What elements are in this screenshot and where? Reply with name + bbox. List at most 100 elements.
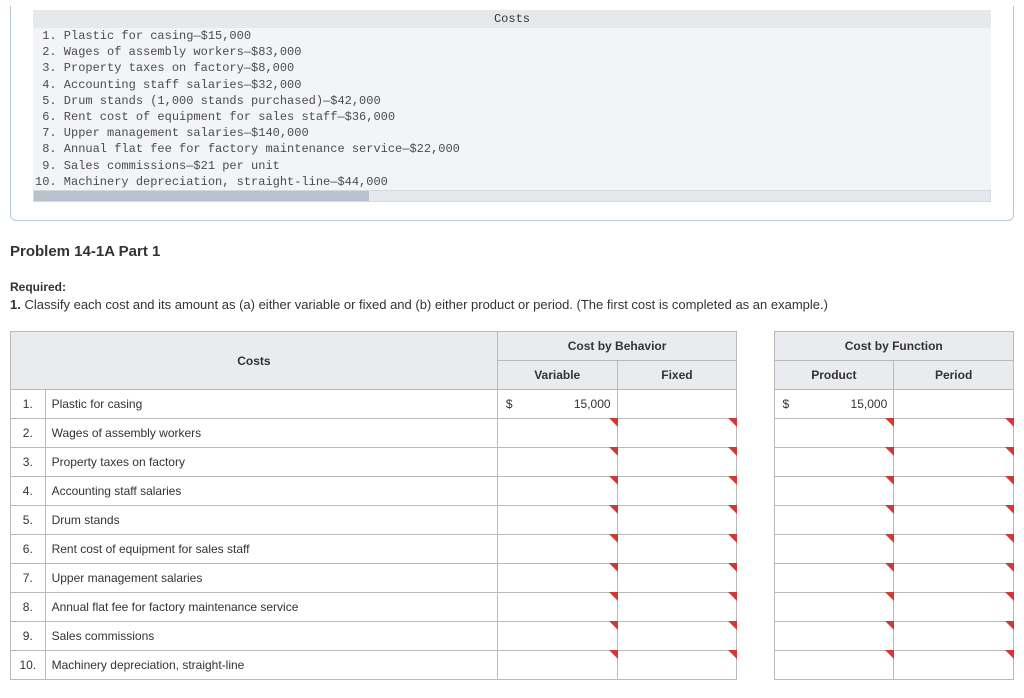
cost-name: Annual flat fee for factory maintenance … xyxy=(45,593,497,622)
fixed-cell[interactable] xyxy=(617,622,737,651)
period-cell[interactable] xyxy=(894,622,1014,651)
variable-cell[interactable] xyxy=(497,564,617,593)
costs-list-area: 1. Plastic for casing—$15,000 2. Wages o… xyxy=(33,28,991,190)
header-variable: Variable xyxy=(497,361,617,390)
required-block: Required: 1. Classify each cost and its … xyxy=(10,280,1014,314)
product-cell[interactable] xyxy=(774,535,894,564)
table-row: 2.Wages of assembly workers xyxy=(11,419,1014,448)
row-number: 5. xyxy=(11,506,46,535)
table-row: 4.Accounting staff salaries xyxy=(11,477,1014,506)
info-card: Costs 1. Plastic for casing—$15,000 2. W… xyxy=(10,6,1014,221)
requirement-body: Classify each cost and its amount as (a)… xyxy=(24,297,827,312)
column-gap xyxy=(737,390,774,419)
product-cell[interactable]: $15,000 xyxy=(774,390,894,419)
classification-table: Costs Cost by Behavior Cost by Function … xyxy=(10,331,1014,680)
product-cell[interactable] xyxy=(774,651,894,680)
row-number: 7. xyxy=(11,564,46,593)
product-cell[interactable] xyxy=(774,419,894,448)
column-gap xyxy=(737,506,774,535)
fixed-cell[interactable] xyxy=(617,564,737,593)
variable-cell[interactable] xyxy=(497,535,617,564)
row-number: 8. xyxy=(11,593,46,622)
amount-value: 15,000 xyxy=(851,397,888,411)
header-product: Product xyxy=(774,361,894,390)
fixed-cell[interactable] xyxy=(617,390,737,419)
product-cell[interactable] xyxy=(774,622,894,651)
fixed-cell[interactable] xyxy=(617,535,737,564)
currency-symbol: $ xyxy=(504,397,513,411)
table-row: 8.Annual flat fee for factory maintenanc… xyxy=(11,593,1014,622)
table-row: 3.Property taxes on factory xyxy=(11,448,1014,477)
period-cell[interactable] xyxy=(894,564,1014,593)
row-number: 9. xyxy=(11,622,46,651)
cost-name: Sales commissions xyxy=(45,622,497,651)
period-cell[interactable] xyxy=(894,448,1014,477)
scrollbar-thumb[interactable] xyxy=(34,191,369,201)
cost-name: Plastic for casing xyxy=(45,390,497,419)
header-function: Cost by Function xyxy=(774,332,1013,361)
period-cell[interactable] xyxy=(894,506,1014,535)
variable-cell[interactable] xyxy=(497,506,617,535)
table-row: 7.Upper management salaries xyxy=(11,564,1014,593)
variable-cell[interactable] xyxy=(497,651,617,680)
requirement-number: 1. xyxy=(10,297,21,312)
row-number: 2. xyxy=(11,419,46,448)
period-cell[interactable] xyxy=(894,419,1014,448)
variable-cell[interactable] xyxy=(497,419,617,448)
period-cell[interactable] xyxy=(894,535,1014,564)
column-gap xyxy=(737,332,774,390)
product-cell[interactable] xyxy=(774,448,894,477)
costs-list-text: 1. Plastic for casing—$15,000 2. Wages o… xyxy=(33,28,991,190)
cost-name: Upper management salaries xyxy=(45,564,497,593)
fixed-cell[interactable] xyxy=(617,651,737,680)
cost-name: Rent cost of equipment for sales staff xyxy=(45,535,497,564)
problem-title: Problem 14-1A Part 1 xyxy=(10,243,1014,260)
required-label: Required: xyxy=(10,280,66,294)
table-row: 10.Machinery depreciation, straight-line xyxy=(11,651,1014,680)
column-gap xyxy=(737,448,774,477)
cost-name: Property taxes on factory xyxy=(45,448,497,477)
period-cell[interactable] xyxy=(894,390,1014,419)
period-cell[interactable] xyxy=(894,593,1014,622)
column-gap xyxy=(737,535,774,564)
variable-cell[interactable] xyxy=(497,448,617,477)
row-number: 1. xyxy=(11,390,46,419)
fixed-cell[interactable] xyxy=(617,448,737,477)
fixed-cell[interactable] xyxy=(617,593,737,622)
row-number: 4. xyxy=(11,477,46,506)
column-gap xyxy=(737,419,774,448)
period-cell[interactable] xyxy=(894,477,1014,506)
fixed-cell[interactable] xyxy=(617,419,737,448)
table-row: 5.Drum stands xyxy=(11,506,1014,535)
product-cell[interactable] xyxy=(774,506,894,535)
cost-name: Drum stands xyxy=(45,506,497,535)
row-number: 10. xyxy=(11,651,46,680)
period-cell[interactable] xyxy=(894,651,1014,680)
fixed-cell[interactable] xyxy=(617,506,737,535)
column-gap xyxy=(737,477,774,506)
header-behavior: Cost by Behavior xyxy=(497,332,736,361)
variable-cell[interactable]: $15,000 xyxy=(497,390,617,419)
product-cell[interactable] xyxy=(774,564,894,593)
column-gap xyxy=(737,593,774,622)
table-row: 1.Plastic for casing$15,000$15,000 xyxy=(11,390,1014,419)
variable-cell[interactable] xyxy=(497,477,617,506)
row-number: 6. xyxy=(11,535,46,564)
row-number: 3. xyxy=(11,448,46,477)
horizontal-scrollbar[interactable] xyxy=(33,190,991,202)
header-fixed: Fixed xyxy=(617,361,737,390)
requirement-text: 1. Classify each cost and its amount as … xyxy=(10,296,1014,314)
product-cell[interactable] xyxy=(774,593,894,622)
costs-list-header: Costs xyxy=(33,10,991,28)
table-row: 6.Rent cost of equipment for sales staff xyxy=(11,535,1014,564)
variable-cell[interactable] xyxy=(497,593,617,622)
currency-symbol: $ xyxy=(781,397,790,411)
header-period: Period xyxy=(894,361,1014,390)
product-cell[interactable] xyxy=(774,477,894,506)
table-row: 9.Sales commissions xyxy=(11,622,1014,651)
variable-cell[interactable] xyxy=(497,622,617,651)
column-gap xyxy=(737,651,774,680)
column-gap xyxy=(737,622,774,651)
fixed-cell[interactable] xyxy=(617,477,737,506)
column-gap xyxy=(737,564,774,593)
